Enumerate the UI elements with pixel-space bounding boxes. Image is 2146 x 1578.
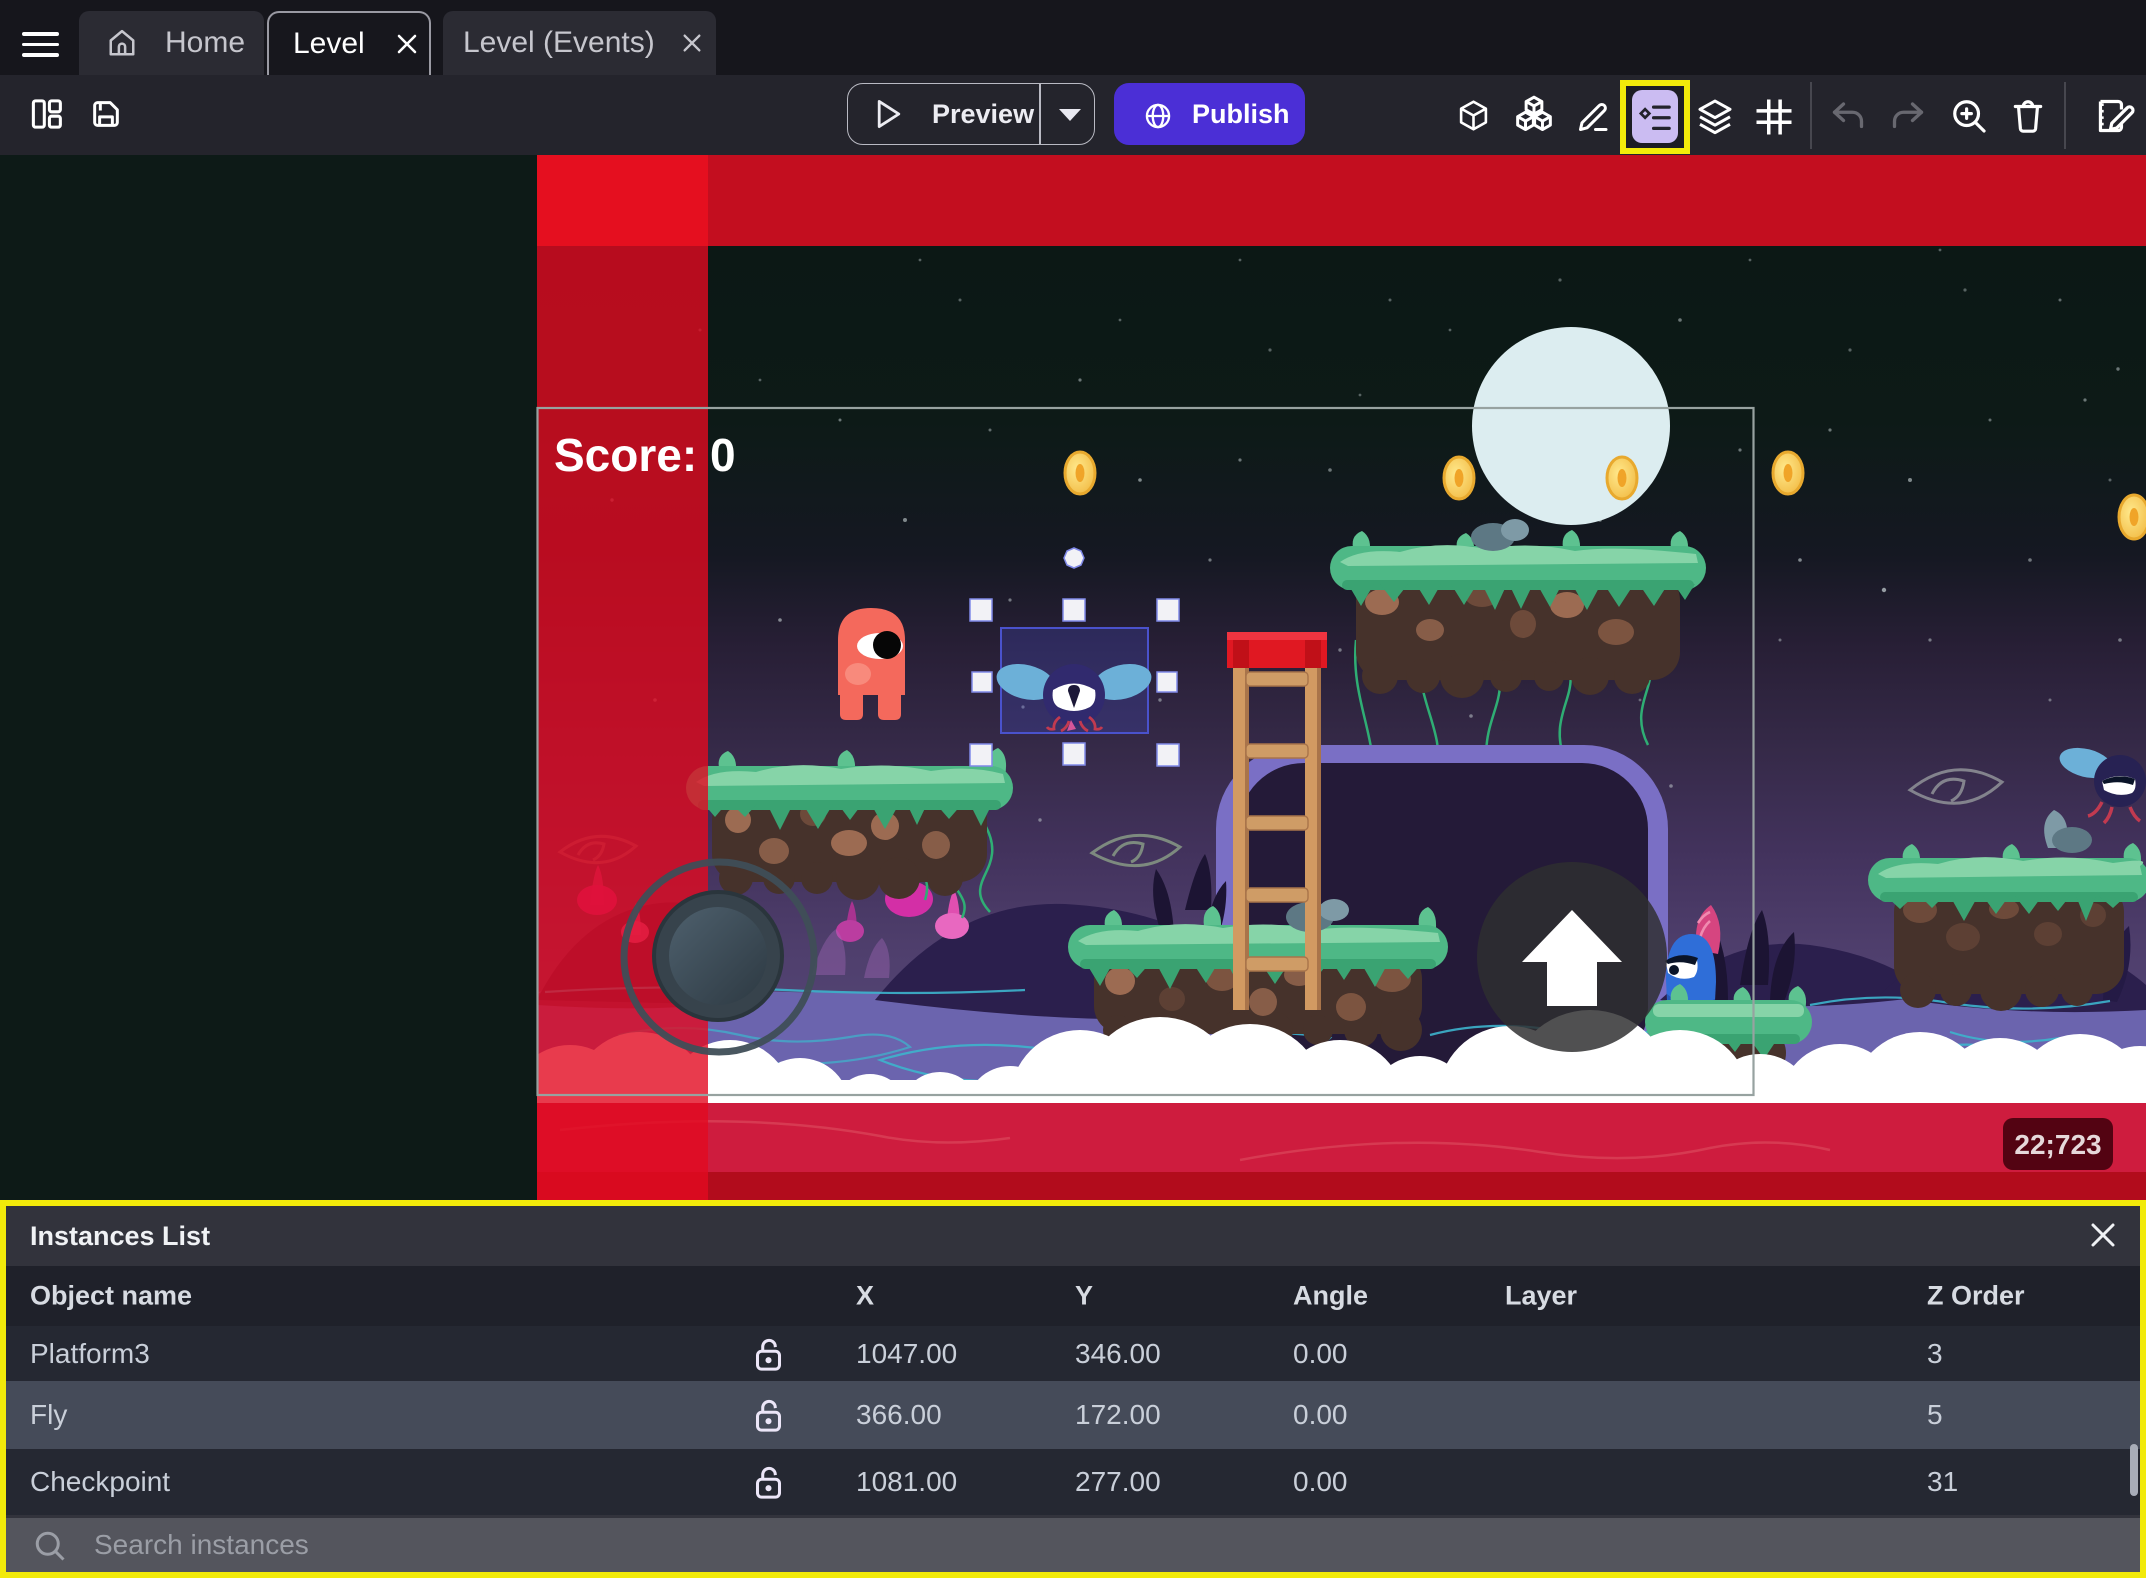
svg-text:Score: 0: Score: 0 <box>554 429 736 481</box>
svg-text:22;723: 22;723 <box>2014 1129 2101 1160</box>
